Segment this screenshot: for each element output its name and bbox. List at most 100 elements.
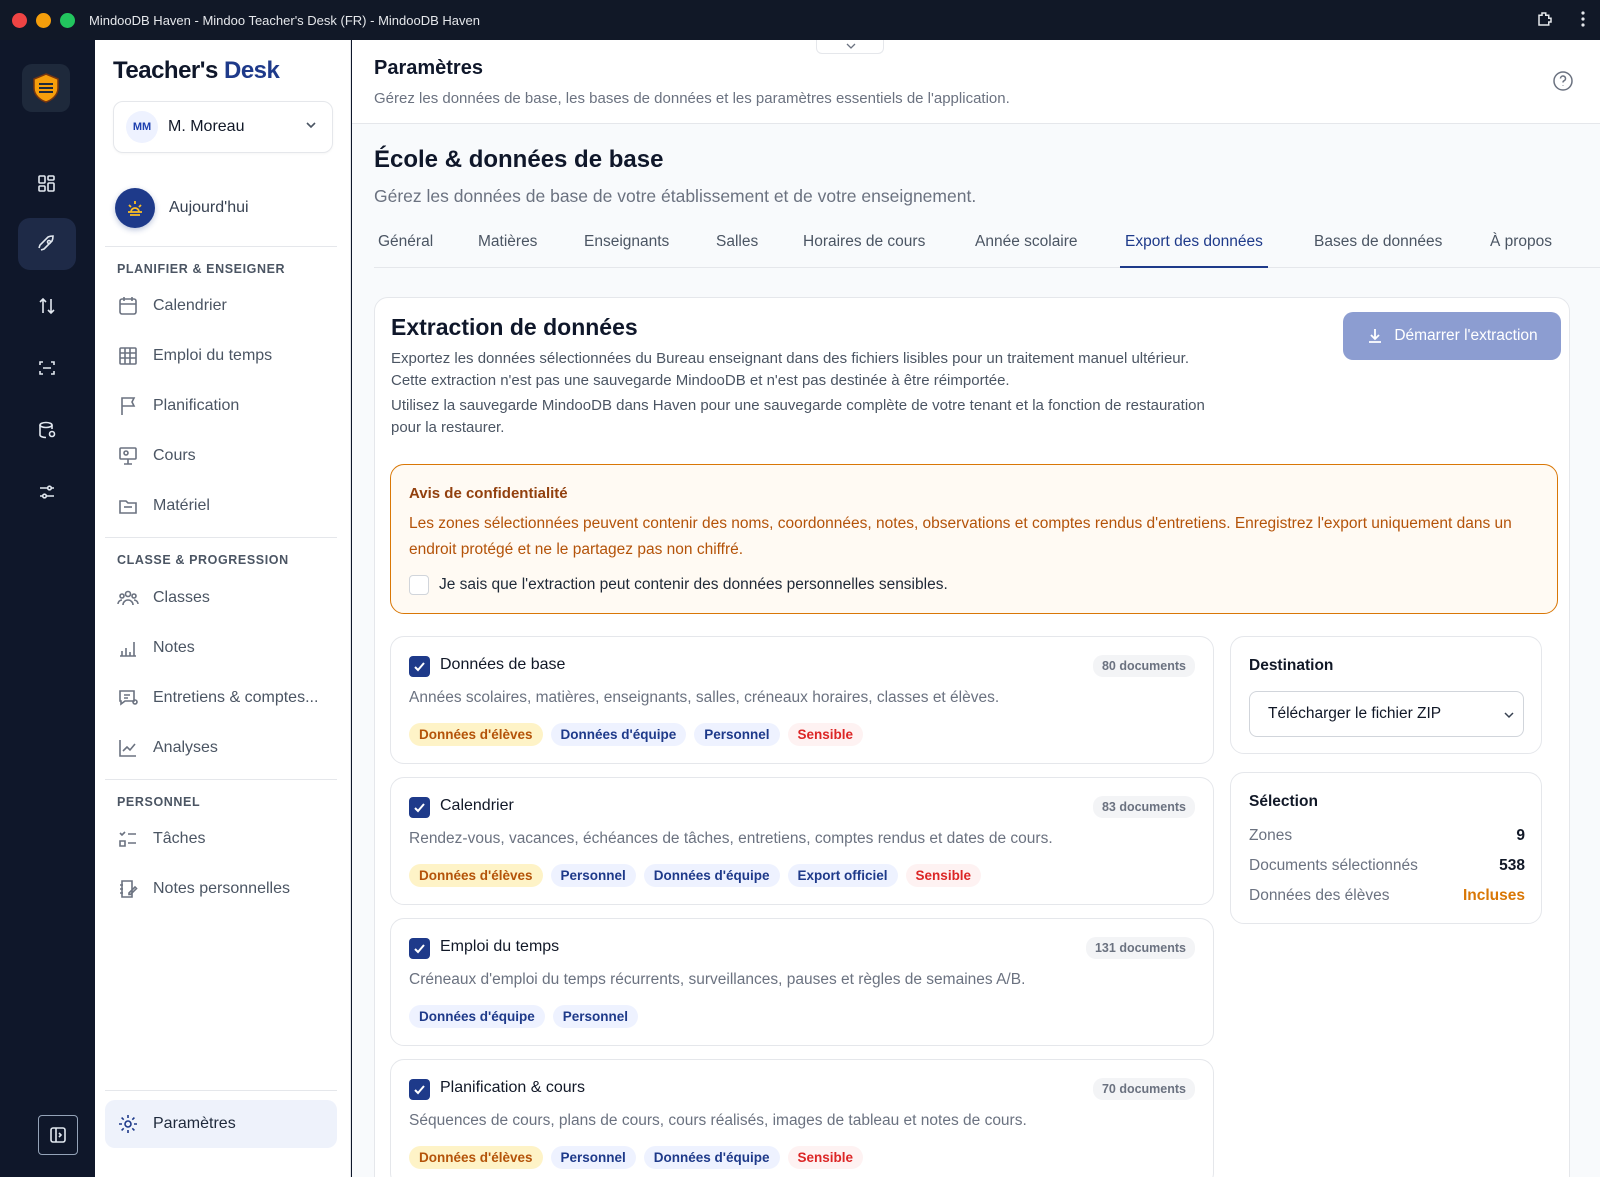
collapse-handle[interactable] [816, 40, 884, 54]
app-logo[interactable] [22, 64, 70, 112]
section-subtitle: Gérez les données de base de votre établ… [374, 186, 977, 206]
zone-card[interactable]: Calendrier 83 documents Rendez-vous, vac… [390, 777, 1214, 905]
sidebar-item-materiel[interactable]: Matériel [117, 495, 210, 517]
sidebar-item-notes[interactable]: Notes [117, 637, 195, 659]
extraction-backup-note: Utilisez la sauvegarde MindooDB dans Hav… [391, 397, 1205, 436]
zone-checkbox[interactable] [409, 938, 430, 959]
minimize-window-button[interactable] [36, 12, 51, 28]
main-content: Paramètres Gérez les données de base, le… [352, 40, 1600, 1177]
today-link[interactable]: Aujourd'hui [115, 188, 249, 228]
today-label: Aujourd'hui [169, 199, 249, 216]
tab-general[interactable]: Général [378, 228, 433, 268]
rail-database-search-icon[interactable] [18, 404, 76, 456]
zone-tag: Données d'équipe [643, 1146, 780, 1169]
zone-title: Données de base [440, 656, 566, 673]
tab-matieres[interactable]: Matières [478, 228, 537, 268]
privacy-title: Avis de confidentialité [409, 485, 568, 502]
app-rail [0, 40, 95, 1177]
zone-checkbox[interactable] [409, 1079, 430, 1100]
zone-tag: Données d'élèves [409, 1146, 543, 1169]
rail-sliders-icon[interactable] [18, 466, 76, 518]
start-extraction-button[interactable]: Démarrer l'extraction [1343, 312, 1561, 360]
rail-dashboard-icon[interactable] [18, 158, 76, 210]
sidebar-item-analyses[interactable]: Analyses [117, 737, 218, 759]
window-title: MindooDB Haven - Mindoo Teacher's Desk (… [89, 12, 480, 28]
chevron-down-icon [1504, 712, 1514, 719]
zone-count-badge: 131 documents [1085, 937, 1195, 959]
stat-value: 9 [1516, 827, 1525, 844]
section-plan-heading: PLANIFIER & ENSEIGNER [117, 262, 286, 276]
stat-value: 538 [1499, 857, 1525, 874]
sidebar-item-entretiens[interactable]: Entretiens & comptes... [117, 687, 318, 709]
tab-enseignants[interactable]: Enseignants [584, 228, 669, 268]
divider [105, 537, 337, 538]
rail-rocket-icon[interactable] [18, 218, 76, 270]
zone-tag: Sensible [905, 864, 982, 887]
sidebar-item-notes-personnelles[interactable]: Notes personnelles [117, 878, 290, 900]
tab-a-propos[interactable]: À propos [1490, 228, 1552, 268]
close-window-button[interactable] [12, 12, 27, 28]
window-titlebar: MindooDB Haven - Mindoo Teacher's Desk (… [0, 0, 1600, 40]
tab-bases-de-donnees[interactable]: Bases de données [1314, 228, 1442, 268]
privacy-acknowledge[interactable]: Je sais que l'extraction peut contenir d… [409, 575, 948, 595]
sidebar-item-label: Cours [153, 447, 196, 464]
zone-checkbox[interactable] [409, 797, 430, 818]
privacy-checkbox[interactable] [409, 575, 429, 595]
stat-label: Données des élèves [1249, 887, 1390, 904]
zone-tag: Données d'équipe [409, 1005, 545, 1028]
zone-title: Planification & cours [440, 1079, 585, 1096]
zone-tag: Personnel [694, 723, 780, 746]
start-extraction-label: Démarrer l'extraction [1394, 327, 1538, 344]
extension-icon[interactable] [1536, 10, 1554, 33]
calendar-icon [119, 297, 137, 315]
settings-tabs: Général Matières Enseignants Salles Hora… [374, 228, 1600, 268]
brand-part1: Teacher's [113, 57, 218, 84]
sidebar-item-label: Planification [153, 397, 240, 414]
zone-card[interactable]: Données de base 80 documents Années scol… [390, 636, 1214, 764]
more-options-icon[interactable] [1580, 10, 1586, 33]
extraction-description: Exportez les données sélectionnées du Bu… [391, 350, 1189, 389]
rail-scan-icon[interactable] [18, 342, 76, 394]
page-header: Paramètres Gérez les données de base, le… [352, 40, 1600, 124]
destination-select[interactable]: Télécharger le fichier ZIP [1249, 691, 1524, 737]
sidebar-item-emploi-du-temps[interactable]: Emploi du temps [117, 345, 272, 367]
user-switcher[interactable]: MM M. Moreau [113, 101, 333, 153]
divider [105, 246, 337, 247]
extraction-card: Extraction de données Exportez les donné… [374, 297, 1570, 1177]
rail-sync-icon[interactable] [18, 280, 76, 332]
tab-export[interactable]: Export des données [1120, 228, 1268, 268]
check-icon [414, 662, 425, 672]
zone-description: Années scolaires, matières, enseignants,… [409, 689, 1000, 706]
sidebar-item-classes[interactable]: Classes [117, 587, 210, 609]
tab-salles[interactable]: Salles [716, 228, 758, 268]
sidebar-item-calendrier[interactable]: Calendrier [117, 295, 227, 317]
sidebar-item-parametres[interactable]: Paramètres [105, 1100, 337, 1148]
sidebar-item-cours[interactable]: Cours [117, 445, 196, 467]
page-subtitle: Gérez les données de base, les bases de … [374, 90, 1010, 107]
tab-horaires[interactable]: Horaires de cours [803, 228, 925, 268]
zone-tag: Données d'élèves [409, 723, 543, 746]
help-icon[interactable] [1552, 70, 1574, 92]
stat-value: Incluses [1462, 887, 1525, 904]
sidebar-item-planification[interactable]: Planification [117, 395, 239, 417]
avatar: MM [126, 111, 158, 143]
destination-card: Destination Télécharger le fichier ZIP [1230, 636, 1542, 754]
gear-icon [119, 1115, 137, 1133]
zone-count-badge: 70 documents [1092, 1078, 1195, 1100]
brand-logo: Teacher's Desk [113, 57, 280, 85]
zone-checkbox[interactable] [409, 656, 430, 677]
toggle-sidebar-icon[interactable] [38, 1115, 78, 1155]
maximize-window-button[interactable] [60, 12, 75, 28]
stat-student-data: Données des élèves Incluses [1249, 887, 1525, 905]
stat-label: Documents sélectionnés [1249, 857, 1418, 874]
zone-card[interactable]: Planification & cours 70 documents Séque… [390, 1059, 1214, 1177]
zone-tag: Personnel [552, 1005, 639, 1028]
tab-annee-scolaire[interactable]: Année scolaire [975, 228, 1078, 268]
timetable-icon [119, 347, 137, 365]
zone-card[interactable]: Emploi du temps 131 documents Créneaux d… [390, 918, 1214, 1046]
users-icon [117, 590, 139, 606]
sidebar-item-label: Tâches [153, 830, 206, 847]
chevron-down-icon [846, 43, 856, 49]
sidebar-item-taches[interactable]: Tâches [117, 828, 205, 850]
sidebar-item-label: Matériel [153, 497, 210, 514]
